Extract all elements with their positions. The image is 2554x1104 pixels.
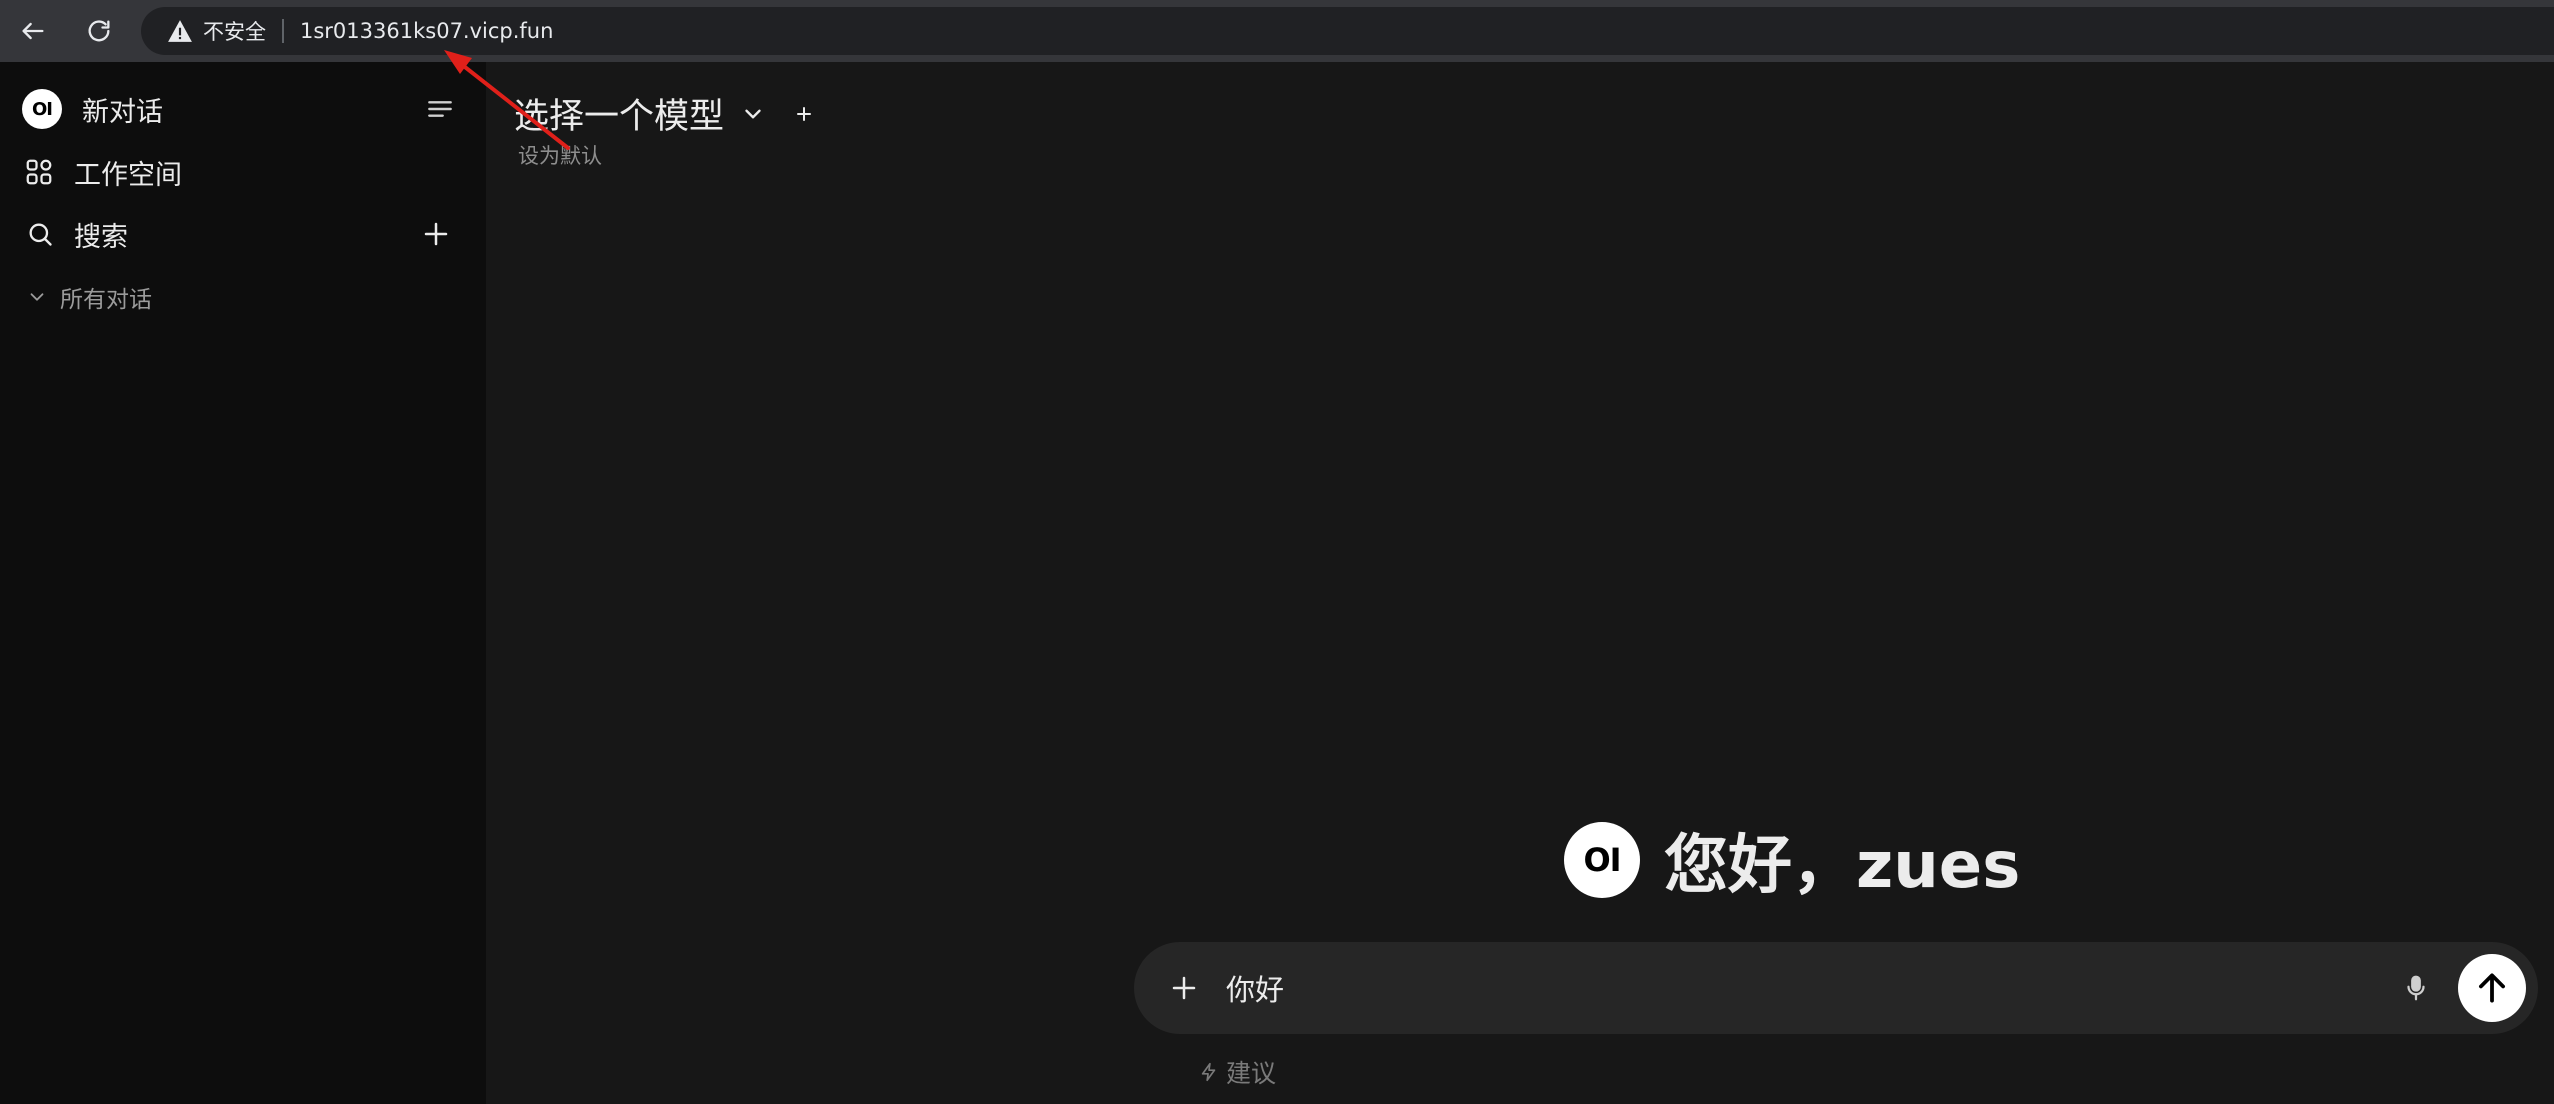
send-button[interactable] [2458,954,2526,1022]
arrow-left-icon [22,22,44,40]
sidebar-item-workspace[interactable]: 工作空间 [0,144,486,200]
set-default-link[interactable]: 设为默认 [518,140,602,170]
greeting-text: 您好，zues [1664,829,2021,903]
back-button[interactable] [12,10,54,52]
all-chats-section-toggle[interactable]: 所有对话 [26,280,152,314]
security-status-label[interactable]: 不安全 [203,16,266,46]
browser-toolbar: 不安全 1sr013361ks07.vicp.fun [0,0,2554,62]
voice-input-button[interactable] [2394,966,2438,1010]
omnibox-divider [282,19,284,43]
toggle-sidebar-button[interactable] [418,87,462,131]
greeting: OI 您好，zues [1564,814,2020,906]
greeting-logo-text: OI [1583,841,1621,879]
chevron-down-icon [30,293,44,301]
address-bar[interactable]: 不安全 1sr013361ks07.vicp.fun [141,7,2554,55]
open-webui-logo-icon: OI [1564,822,1640,898]
message-composer [1134,942,2538,1034]
search-label: 搜索 [74,221,128,253]
message-input[interactable] [1226,958,2394,1018]
url-text[interactable]: 1sr013361ks07.vicp.fun [300,19,553,43]
attach-button[interactable] [1162,966,1206,1010]
open-webui-logo-icon: OI [22,89,62,129]
all-chats-label: 所有对话 [60,287,152,313]
logo-text: OI [32,98,53,120]
lightning-icon [1201,1062,1216,1082]
reload-icon [88,20,110,42]
reload-button[interactable] [78,10,120,52]
suggestions-label: 建议 [1226,1059,1277,1088]
grid-icon [24,157,54,187]
suggestions-toggle[interactable]: 建议 [1198,1054,1276,1090]
plus-icon [424,222,448,246]
workspace-label: 工作空间 [74,159,182,191]
model-selector[interactable]: 选择一个模型 [514,88,816,139]
sidebar: OI 新对话 工作空间 搜索 所有对话 [0,62,486,1104]
menu-lines-icon [428,101,452,117]
sidebar-item-search[interactable]: 搜索 [0,206,400,262]
new-chat-button[interactable]: OI 新对话 [0,81,486,137]
arrow-up-icon [2479,973,2505,1003]
model-selector-label[interactable]: 选择一个模型 [514,88,724,139]
add-model-plus-icon[interactable] [792,102,816,126]
search-icon [26,220,54,248]
plus-icon [1172,976,1196,1000]
new-folder-button[interactable] [414,212,458,256]
chevron-down-icon[interactable] [740,101,766,127]
new-chat-label: 新对话 [82,96,163,128]
microphone-icon [2407,975,2425,1001]
warning-icon[interactable] [167,19,193,43]
main-panel: 选择一个模型 设为默认 OI 您好，zues 建议 [486,62,2554,1104]
